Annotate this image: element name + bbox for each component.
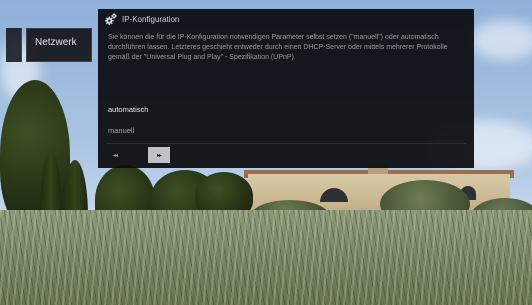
menu-tab-netzwerk[interactable]: Netzwerk	[26, 28, 92, 62]
menu-previous-stub[interactable]	[6, 28, 22, 62]
gear-icon	[105, 13, 117, 25]
option-automatisch[interactable]: automatisch	[108, 105, 148, 114]
fast-forward-icon: ▸▸	[156, 152, 162, 159]
dialog-title: IP-Konfiguration	[122, 14, 180, 24]
grass-foreground	[0, 210, 532, 305]
option-manuell[interactable]: manuell	[108, 126, 134, 135]
next-button[interactable]: ▸▸	[148, 147, 170, 163]
menu-tab-label: Netzwerk	[35, 37, 77, 48]
previous-button[interactable]: ◂◂	[104, 147, 126, 163]
dialog-description: Sie können die für die IP-Konfiguration …	[108, 34, 448, 61]
cloud	[470, 20, 532, 60]
dialog-header: IP-Konfiguration	[98, 9, 474, 29]
dialog-divider	[106, 143, 466, 144]
rewind-icon: ◂◂	[112, 152, 118, 159]
ip-configuration-dialog: IP-Konfiguration Sie können die für die …	[98, 9, 474, 168]
